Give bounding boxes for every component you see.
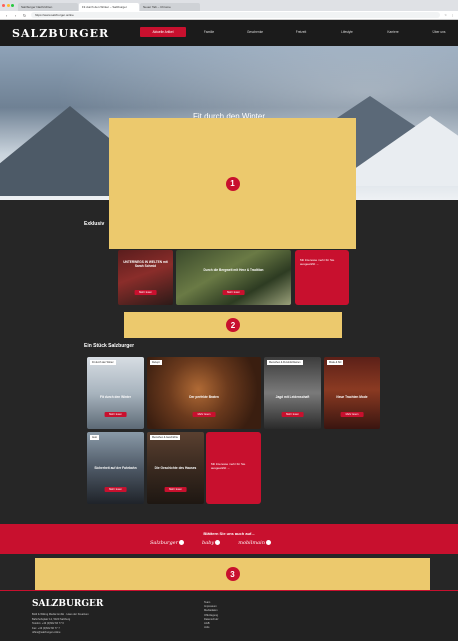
address-bar[interactable]: https://www.salzburger.online bbox=[31, 12, 441, 18]
magazine-band: Blättern Sie uns auch auf... Salzburger … bbox=[0, 524, 458, 554]
magazine-dot-icon bbox=[265, 540, 271, 545]
promo-text: Mit Interesse mehr für Sie ausgewählt → bbox=[300, 258, 335, 266]
article-caption: Fit durch den Winter bbox=[100, 395, 131, 399]
forward-icon[interactable]: › bbox=[13, 13, 18, 18]
magazine-link[interactable]: baby bbox=[202, 540, 221, 546]
article-image bbox=[87, 357, 144, 429]
placeholder-number: 3 bbox=[225, 567, 240, 581]
article-card[interactable]: UNTERWEGS IN WELTEN mit Sarah Schmid Meh… bbox=[118, 250, 173, 305]
read-more-button[interactable]: Mehr lesen bbox=[222, 290, 245, 296]
address-line[interactable]: office@salzburger.online bbox=[32, 631, 89, 636]
main-navigation: Aktuelle Artikel Familie Geschenke Freiz… bbox=[140, 27, 458, 37]
address-line: Bold & Wiking Media GmbH · Haus der Krea… bbox=[32, 613, 89, 616]
nav-item-karriere[interactable]: Karriere bbox=[370, 27, 416, 37]
footer-link[interactable]: Mediadaten bbox=[204, 609, 218, 613]
close-window-icon[interactable] bbox=[2, 4, 5, 7]
read-more-button[interactable]: Mehr lesen bbox=[281, 412, 304, 418]
browser-tab-active[interactable]: Fit durch den Winter – Salzburger bbox=[79, 3, 139, 11]
read-more-button[interactable]: Mehr lesen bbox=[104, 412, 127, 418]
article-caption: UNTERWEGS IN WELTEN mit Sarah Schmid bbox=[123, 260, 168, 268]
category-tag: Auto bbox=[90, 435, 99, 440]
magazine-dot-icon bbox=[215, 540, 221, 545]
article-card[interactable]: Menschen & Geschichte Die Geschichte des… bbox=[147, 432, 204, 504]
browser-tab[interactable]: Salzburger Nachrichten bbox=[18, 3, 78, 11]
article-caption: Sicherheit auf der Fahrbahn bbox=[94, 466, 137, 470]
article-caption: Der perfekte Braten bbox=[189, 395, 219, 399]
article-card[interactable]: Rezept Der perfekte Braten Mehr lesen bbox=[147, 357, 261, 429]
category-tag: Menschen & Persönlichkeiten bbox=[267, 360, 303, 365]
article-image bbox=[147, 357, 261, 429]
footer-links: Team Impressum Mediadaten Offenlegung Da… bbox=[204, 601, 218, 630]
nav-item-familie[interactable]: Familie bbox=[186, 27, 232, 37]
category-tag: Menschen & Geschichte bbox=[150, 435, 180, 440]
promo-card[interactable]: Mit Interesse mehr für Sie ausgewählt → bbox=[295, 250, 349, 305]
footer-link[interactable]: Jobs bbox=[204, 626, 218, 630]
magazine-name: baby bbox=[202, 540, 215, 546]
article-card[interactable]: Auto Sicherheit auf der Fahrbahn Mehr le… bbox=[87, 432, 144, 504]
browser-tab-bar: Salzburger Nachrichten Fit durch den Win… bbox=[0, 0, 458, 11]
article-card[interactable]: Mode & Stil Neue Trachten Mode Mehr lese… bbox=[324, 357, 380, 429]
promo-text: Mit Interesse mehr für Sie ausgewählt → bbox=[211, 462, 246, 470]
menu-icon[interactable]: ⋮ bbox=[451, 13, 454, 17]
article-image bbox=[324, 357, 380, 429]
article-caption: Jagd mit Leidenschaft bbox=[275, 395, 310, 399]
magazine-list: Salzburger baby mobilmain bbox=[150, 540, 271, 546]
category-tag: Fit durch den Winter bbox=[90, 360, 116, 365]
magazine-dot-icon bbox=[179, 540, 185, 545]
promo-card[interactable]: Mit Interesse mehr für Sie ausgewählt → bbox=[206, 432, 261, 504]
window-controls bbox=[2, 0, 14, 11]
section-title-ein-stueck: Ein Stück Salzburger bbox=[84, 343, 135, 349]
placeholder-number: 2 bbox=[226, 318, 240, 332]
bookmark-icon[interactable]: ☆ bbox=[444, 13, 447, 17]
footer-logo[interactable]: SALZBURGER bbox=[32, 599, 103, 609]
placeholder-block-3: 3 bbox=[35, 558, 430, 590]
read-more-button[interactable]: Mehr lesen bbox=[104, 487, 127, 493]
magazine-name: Salzburger bbox=[150, 540, 179, 546]
category-tag: Mode & Stil bbox=[327, 360, 344, 365]
section-title-exklusiv: Exklusiv bbox=[84, 221, 105, 227]
nav-item-ueber-uns[interactable]: Über uns bbox=[416, 27, 458, 37]
placeholder-number: 1 bbox=[225, 176, 240, 191]
magazine-name: mobilmain bbox=[238, 540, 265, 546]
article-caption: Die Geschichte des Hauses bbox=[154, 466, 197, 470]
minimize-window-icon[interactable] bbox=[6, 4, 10, 7]
site-footer: SALZBURGER Bold & Wiking Media GmbH · Ha… bbox=[0, 590, 458, 641]
magazine-link[interactable]: mobilmain bbox=[238, 540, 271, 546]
nav-item-aktuelle-artikel[interactable]: Aktuelle Artikel bbox=[140, 27, 186, 37]
nav-item-lifestyle[interactable]: Lifestyle bbox=[324, 27, 370, 37]
article-image bbox=[176, 250, 291, 305]
magazine-link[interactable]: Salzburger bbox=[150, 540, 185, 546]
back-icon[interactable]: ‹ bbox=[4, 13, 9, 18]
article-image bbox=[264, 357, 321, 429]
nav-item-geschenke[interactable]: Geschenke bbox=[232, 27, 278, 37]
browser-tab[interactable]: Neuer Tab – Chrome bbox=[140, 3, 200, 11]
footer-address: Bold & Wiking Media GmbH · Haus der Krea… bbox=[32, 613, 89, 636]
site-logo[interactable]: SALZBURGER bbox=[12, 27, 109, 40]
article-card[interactable]: Durch die Bergwelt mit Herz & Tradition … bbox=[176, 250, 291, 305]
article-card[interactable]: Fit durch den Winter Fit durch den Winte… bbox=[87, 357, 144, 429]
read-more-button[interactable]: Mehr lesen bbox=[192, 412, 216, 418]
article-card[interactable]: Menschen & Persönlichkeiten Jagd mit Lei… bbox=[264, 357, 321, 429]
nav-item-freizeit[interactable]: Freizeit bbox=[278, 27, 324, 37]
article-image bbox=[118, 250, 173, 305]
category-tag: Rezept bbox=[150, 360, 162, 365]
article-caption: Durch die Bergwelt mit Herz & Tradition bbox=[203, 268, 264, 272]
placeholder-block-1: 1 bbox=[109, 118, 356, 249]
site-header: SALZBURGER Aktuelle Artikel Familie Gesc… bbox=[0, 20, 458, 46]
placeholder-block-2: 2 bbox=[124, 312, 342, 338]
read-more-button[interactable]: Mehr lesen bbox=[340, 412, 364, 418]
article-caption: Neue Trachten Mode bbox=[336, 395, 368, 399]
read-more-button[interactable]: Mehr lesen bbox=[134, 290, 157, 296]
maximize-window-icon[interactable] bbox=[11, 4, 14, 7]
reload-icon[interactable]: ↻ bbox=[22, 13, 27, 18]
magazine-band-heading: Blättern Sie uns auch auf... bbox=[203, 531, 255, 536]
read-more-button[interactable]: Mehr lesen bbox=[164, 487, 187, 493]
browser-toolbar: ‹ › ↻ https://www.salzburger.online ☆ ⋮ bbox=[0, 11, 458, 20]
